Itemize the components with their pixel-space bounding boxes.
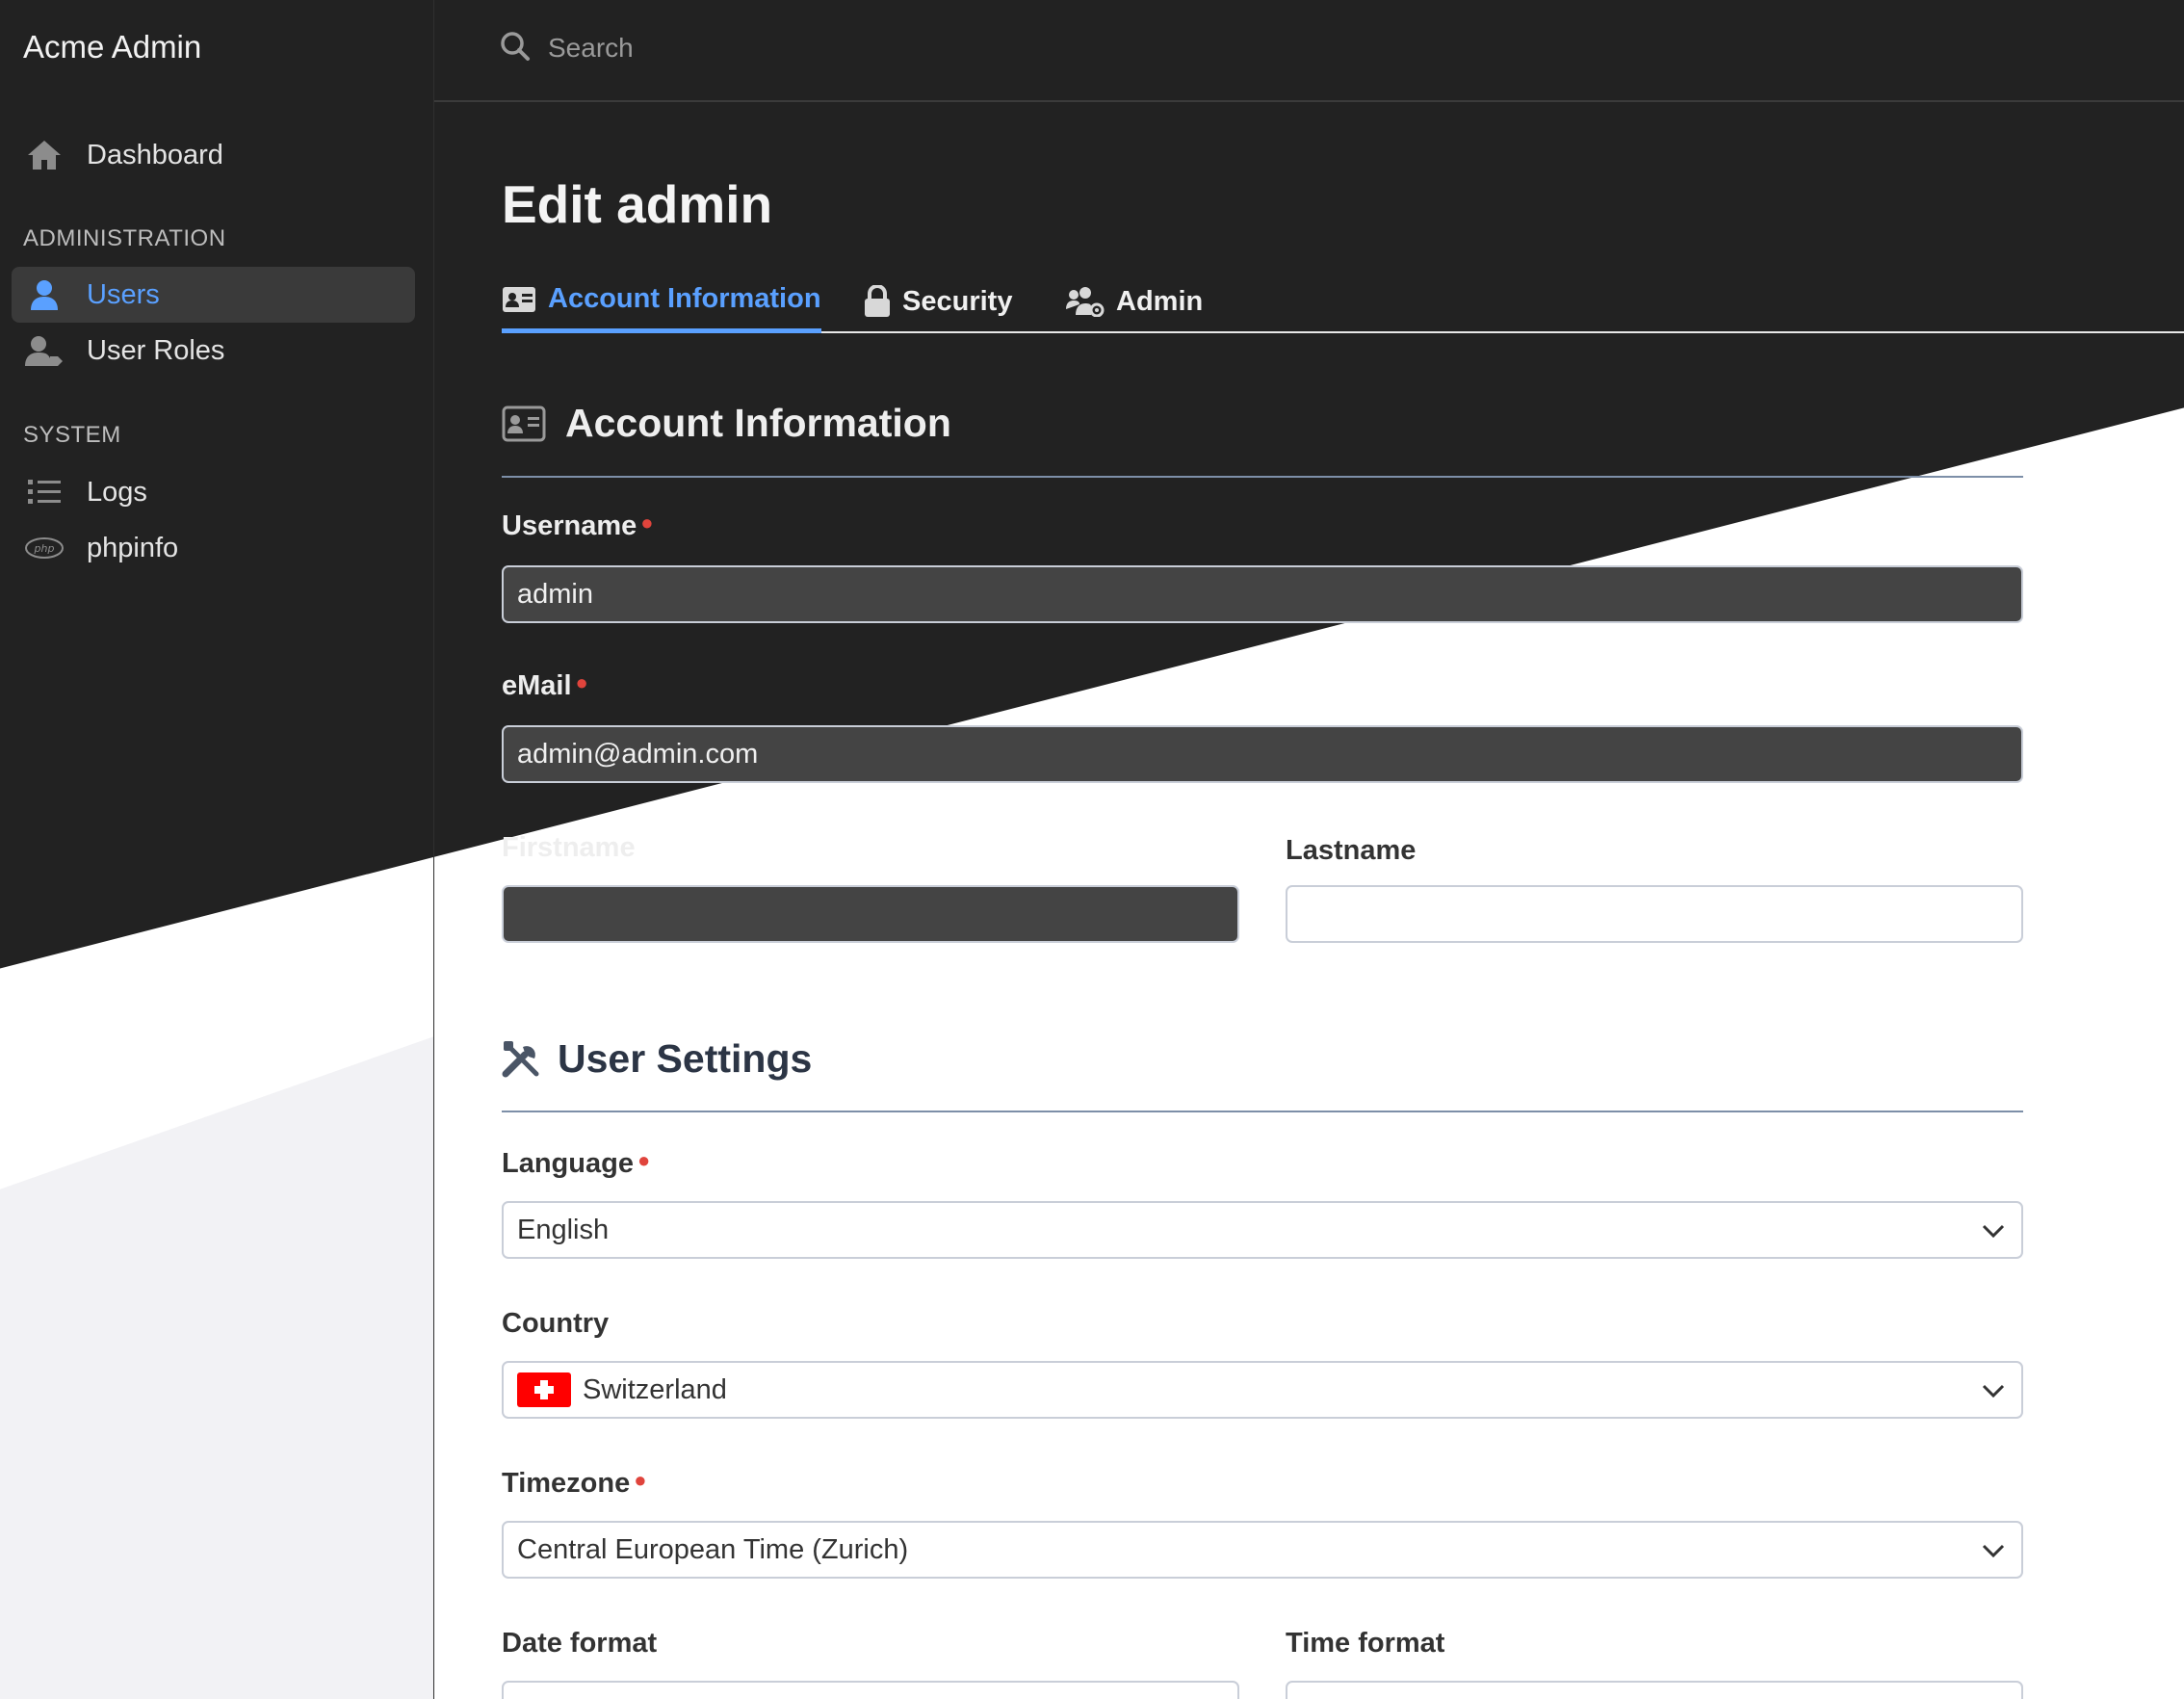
- tab-label: Security: [902, 285, 1013, 317]
- timezone-label: Timezone ●: [502, 1468, 647, 1500]
- home-icon: [12, 139, 77, 171]
- sidebar-item-logs[interactable]: Logs: [12, 464, 415, 520]
- language-select[interactable]: English: [502, 1201, 2023, 1259]
- sidebar-item-user-roles[interactable]: User Roles: [12, 323, 415, 379]
- sidebar-item-label: Users: [87, 278, 160, 310]
- timezone-value: Central European Time (Zurich): [517, 1533, 909, 1565]
- chevron-down-icon: [1981, 1538, 2006, 1571]
- section-administration: ADMINISTRATION: [23, 225, 226, 251]
- chevron-down-icon: [1981, 1378, 2006, 1411]
- user-icon: [12, 279, 77, 310]
- required-indicator: ●: [575, 670, 588, 694]
- section-divider: [502, 1111, 2023, 1112]
- sidebar-item-users[interactable]: Users: [12, 267, 415, 323]
- sidebar-item-label: phpinfo: [87, 532, 179, 563]
- tab-security[interactable]: Security: [864, 270, 1012, 333]
- sidebar-item-label: User Roles: [87, 334, 225, 366]
- sidebar-item-label: Dashboard: [87, 139, 223, 170]
- php-icon: php: [12, 536, 77, 560]
- tab-account-information[interactable]: Account Information: [502, 270, 821, 333]
- required-indicator: ●: [634, 1468, 647, 1492]
- firstname-input[interactable]: [502, 885, 1239, 943]
- section-account-information: Account Information: [502, 401, 951, 446]
- username-label-text: Username: [502, 510, 637, 541]
- svg-text:php: php: [34, 542, 55, 555]
- chevron-down-icon: [1981, 1218, 2006, 1251]
- sidebar-item-dashboard[interactable]: Dashboard: [12, 127, 415, 183]
- section-user-settings: User Settings: [502, 1036, 812, 1082]
- time-format-label: Time format: [1286, 1628, 1445, 1659]
- swiss-flag-icon: [517, 1372, 571, 1407]
- username-input[interactable]: admin: [502, 565, 2023, 623]
- section-title: User Settings: [558, 1036, 813, 1081]
- page-title: Edit admin: [502, 174, 773, 234]
- date-format-label: Date format: [502, 1628, 658, 1659]
- country-value: Switzerland: [583, 1373, 727, 1405]
- required-indicator: ●: [637, 1148, 651, 1172]
- section-title: Account Information: [565, 401, 951, 445]
- lock-icon: [864, 285, 891, 318]
- section-system: SYSTEM: [23, 422, 121, 448]
- language-label-text: Language: [502, 1148, 634, 1179]
- email-label-text: eMail: [502, 670, 572, 701]
- tab-admin[interactable]: Admin: [1066, 270, 1203, 333]
- app-title[interactable]: Acme Admin: [23, 29, 201, 65]
- user-tag-icon: [12, 335, 77, 366]
- tab-bar: Account Information Security Admin: [502, 270, 2184, 333]
- firstname-label: Firstname: [502, 832, 636, 863]
- timezone-select[interactable]: Central European Time (Zurich): [502, 1521, 2023, 1579]
- country-label: Country: [502, 1308, 610, 1339]
- country-select[interactable]: Switzerland: [502, 1361, 2023, 1419]
- sidebar-item-phpinfo[interactable]: php phpinfo: [12, 520, 415, 576]
- sidebar: Acme Admin Dashboard ADMINISTRATION User…: [0, 0, 434, 1699]
- email-label: eMail ●: [502, 670, 588, 702]
- lastname-input[interactable]: [1286, 885, 2023, 943]
- language-value: English: [517, 1214, 610, 1245]
- sidebar-item-label: Logs: [87, 476, 147, 508]
- section-divider: [502, 476, 2023, 478]
- tab-label: Account Information: [548, 283, 821, 314]
- tools-icon: [502, 1039, 542, 1080]
- required-indicator: ●: [640, 510, 654, 535]
- language-label: Language ●: [502, 1148, 650, 1180]
- email-input[interactable]: admin@admin.com: [502, 725, 2023, 783]
- timezone-label-text: Timezone: [502, 1468, 631, 1499]
- id-card-icon: [502, 405, 546, 442]
- users-cog-icon: [1066, 286, 1105, 317]
- time-format-select[interactable]: [1286, 1681, 2023, 1699]
- id-card-icon: [502, 286, 536, 313]
- lastname-label: Lastname: [1286, 835, 1417, 866]
- username-label: Username ●: [502, 510, 654, 542]
- main-content: Edit admin Account Information Security …: [502, 0, 2184, 1699]
- date-format-select[interactable]: [502, 1681, 1239, 1699]
- list-icon: [12, 479, 77, 506]
- tab-label: Admin: [1116, 285, 1204, 317]
